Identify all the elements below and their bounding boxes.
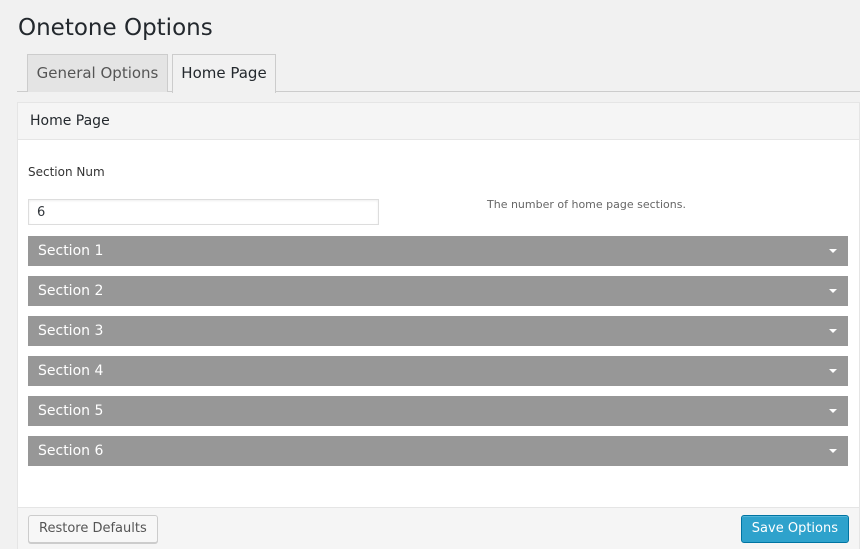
caret-down-icon (829, 249, 837, 253)
section-5-label: Section 5 (38, 403, 104, 419)
home-page-panel: Home Page Section Num The number of home… (17, 102, 860, 549)
section-num-label: Section Num (28, 165, 105, 179)
tab-home-page[interactable]: Home Page (172, 54, 276, 93)
section-3-label: Section 3 (38, 323, 104, 339)
caret-down-icon (829, 369, 837, 373)
section-6-label: Section 6 (38, 443, 104, 459)
section-4-label: Section 4 (38, 363, 104, 379)
caret-down-icon (829, 329, 837, 333)
section-5-toggle[interactable]: Section 5 (28, 396, 848, 426)
section-2-label: Section 2 (38, 283, 104, 299)
options-tabs: General Options Home Page (17, 54, 860, 93)
section-num-input[interactable] (28, 199, 379, 225)
section-1-toggle[interactable]: Section 1 (28, 236, 848, 266)
restore-defaults-button[interactable]: Restore Defaults (28, 515, 158, 543)
caret-down-icon (829, 289, 837, 293)
page-title: Onetone Options (18, 15, 213, 41)
caret-down-icon (829, 409, 837, 413)
section-2-toggle[interactable]: Section 2 (28, 276, 848, 306)
save-options-button[interactable]: Save Options (740, 515, 849, 543)
section-6-toggle[interactable]: Section 6 (28, 436, 848, 466)
tab-general-options[interactable]: General Options (27, 54, 168, 92)
panel-footer: Restore Defaults Save Options (18, 507, 859, 549)
panel-header: Home Page (18, 103, 859, 140)
section-1-label: Section 1 (38, 243, 104, 259)
section-4-toggle[interactable]: Section 4 (28, 356, 848, 386)
section-3-toggle[interactable]: Section 3 (28, 316, 848, 346)
caret-down-icon (829, 449, 837, 453)
section-num-description: The number of home page sections. (487, 198, 686, 211)
